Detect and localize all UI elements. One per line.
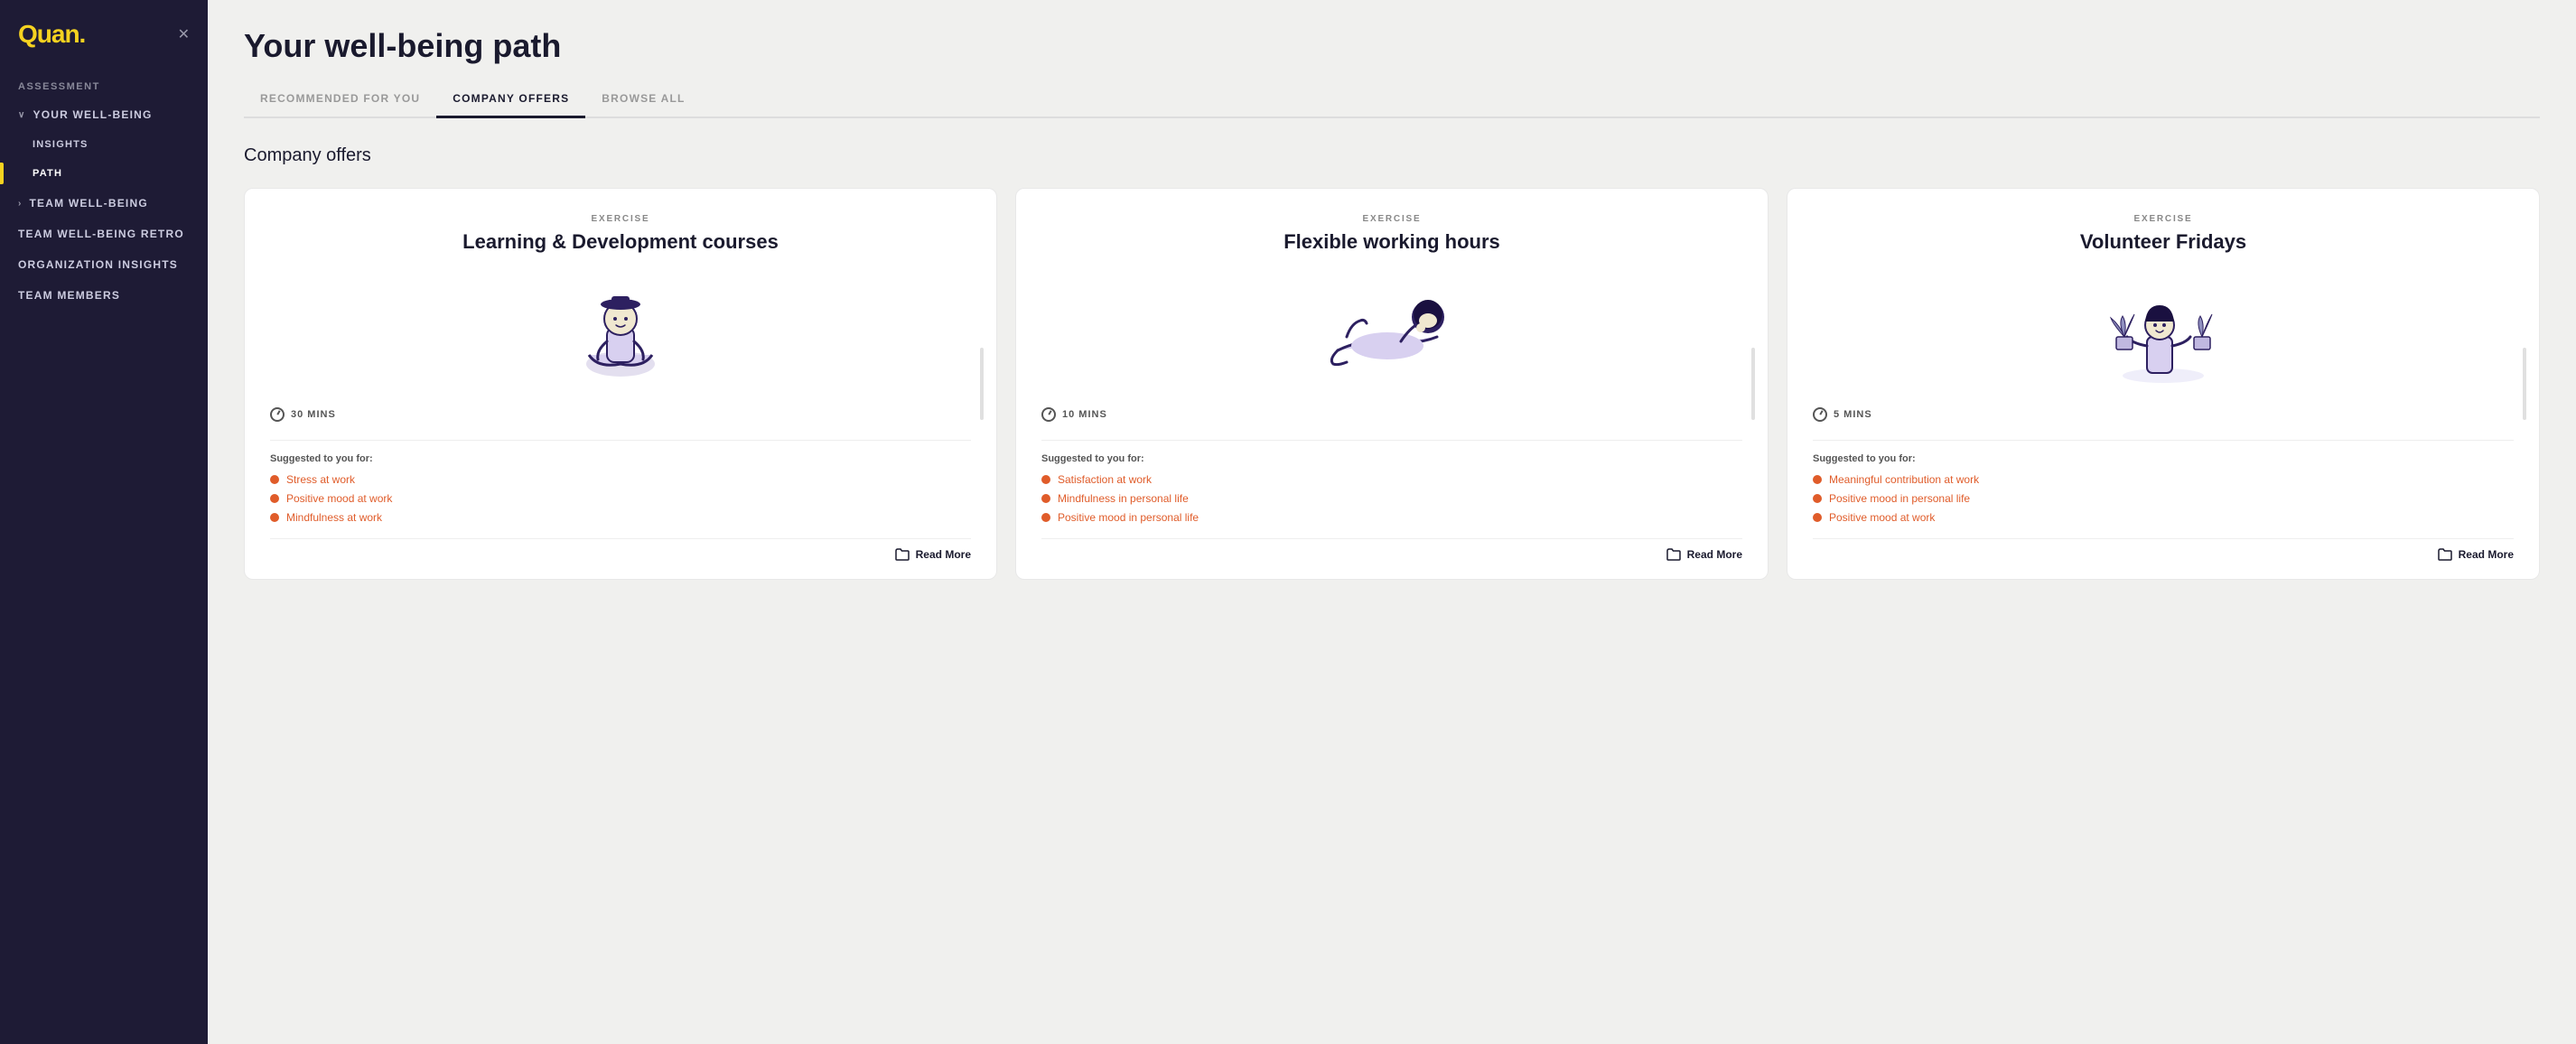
card-1-type: EXERCISE — [270, 214, 971, 224]
sidebar-item-team-well-being[interactable]: › TEAM WELL-BEING — [0, 188, 208, 219]
clock-icon-1 — [270, 407, 285, 422]
close-button[interactable]: ✕ — [178, 25, 190, 43]
card-3-footer: Read More — [1813, 538, 2514, 561]
card-2-duration: 10 MINS — [1041, 407, 1742, 422]
tag-item: Mindfulness at work — [270, 511, 971, 524]
card-flexible-hours: EXERCISE Flexible working hours — [1015, 188, 1769, 580]
card-3-tags: Meaningful contribution at work Positive… — [1813, 473, 2514, 524]
main-content: Your well-being path RECOMMENDED FOR YOU… — [208, 0, 2576, 1044]
chevron-down-icon: ∨ — [18, 110, 26, 120]
assessment-label: ASSESSMENT — [0, 65, 208, 99]
tab-browse-all[interactable]: BROWSE ALL — [585, 83, 701, 118]
tag-item: Satisfaction at work — [1041, 473, 1742, 486]
card-learning-development: EXERCISE Learning & Development courses — [244, 188, 997, 580]
card-1-footer: Read More — [270, 538, 971, 561]
scroll-indicator-2 — [1751, 348, 1755, 420]
read-more-button-2[interactable]: Read More — [1666, 548, 1742, 561]
tag-item: Positive mood in personal life — [1813, 492, 2514, 505]
card-3-type: EXERCISE — [1813, 214, 2514, 224]
tag-label: Positive mood at work — [286, 492, 392, 505]
tag-dot — [1813, 494, 1822, 503]
sidebar-item-team-well-being-retro[interactable]: TEAM WELL-BEING RETRO — [0, 219, 208, 249]
folder-icon-1 — [895, 548, 910, 561]
sidebar: Quan. ✕ ASSESSMENT ∨ YOUR WELL-BEING INS… — [0, 0, 208, 1044]
card-3-suggested-label: Suggested to you for: — [1813, 453, 2514, 464]
card-3-duration: 5 MINS — [1813, 407, 2514, 422]
read-more-button-3[interactable]: Read More — [2438, 548, 2514, 561]
card-2-tags: Satisfaction at work Mindfulness in pers… — [1041, 473, 1742, 524]
card-1-duration: 30 MINS — [270, 407, 971, 422]
sidebar-item-insights[interactable]: INSIGHTS — [0, 130, 208, 159]
tab-company-offers[interactable]: COMPANY OFFERS — [436, 83, 585, 118]
tag-label: Positive mood in personal life — [1058, 511, 1199, 524]
card-volunteer-fridays: EXERCISE Volunteer Fridays — [1787, 188, 2540, 580]
tag-label: Positive mood at work — [1829, 511, 1935, 524]
chevron-right-icon: › — [18, 199, 23, 209]
folder-icon-2 — [1666, 548, 1681, 561]
main-header: Your well-being path RECOMMENDED FOR YOU… — [208, 0, 2576, 118]
logo: Quan. — [18, 20, 85, 49]
tag-item: Positive mood at work — [1813, 511, 2514, 524]
section-title: Company offers — [244, 145, 2540, 166]
page-title: Your well-being path — [244, 27, 2540, 65]
tag-dot — [1041, 475, 1050, 484]
tag-label: Satisfaction at work — [1058, 473, 1152, 486]
tag-dot — [270, 494, 279, 503]
read-more-button-1[interactable]: Read More — [895, 548, 971, 561]
sidebar-item-path[interactable]: PATH — [0, 159, 208, 188]
scroll-indicator-1 — [980, 348, 984, 420]
tag-dot — [1041, 513, 1050, 522]
tag-dot — [270, 475, 279, 484]
folder-icon-3 — [2438, 548, 2452, 561]
scroll-indicator-3 — [2523, 348, 2526, 420]
tag-label: Stress at work — [286, 473, 355, 486]
tag-dot — [1813, 475, 1822, 484]
card-2-type: EXERCISE — [1041, 214, 1742, 224]
sidebar-item-organization-insights[interactable]: ORGANIZATION INSIGHTS — [0, 249, 208, 280]
card-1-svg — [562, 278, 679, 387]
tag-item: Positive mood at work — [270, 492, 971, 505]
card-1-tags: Stress at work Positive mood at work Min… — [270, 473, 971, 524]
card-2-suggested-label: Suggested to you for: — [1041, 453, 1742, 464]
tabs: RECOMMENDED FOR YOU COMPANY OFFERS BROWS… — [244, 83, 2540, 118]
card-2-svg — [1320, 283, 1464, 382]
tag-dot — [1813, 513, 1822, 522]
card-3-svg — [2100, 278, 2226, 387]
tag-item: Mindfulness in personal life — [1041, 492, 1742, 505]
tag-item: Positive mood in personal life — [1041, 511, 1742, 524]
card-1-title: Learning & Development courses — [270, 229, 971, 256]
sidebar-item-your-well-being[interactable]: ∨ YOUR WELL-BEING — [0, 99, 208, 130]
tab-recommended[interactable]: RECOMMENDED FOR YOU — [244, 83, 436, 118]
sidebar-header: Quan. ✕ — [0, 0, 208, 65]
card-3-title: Volunteer Fridays — [1813, 229, 2514, 256]
card-1-illustration — [270, 274, 971, 391]
tag-item: Stress at work — [270, 473, 971, 486]
clock-icon-3 — [1813, 407, 1827, 422]
card-1-suggested-label: Suggested to you for: — [270, 453, 971, 464]
tag-item: Meaningful contribution at work — [1813, 473, 2514, 486]
tag-label: Mindfulness in personal life — [1058, 492, 1189, 505]
content-area: Company offers EXERCISE Learning & Devel… — [208, 118, 2576, 616]
sidebar-item-team-members[interactable]: TEAM MEMBERS — [0, 280, 208, 311]
tag-label: Mindfulness at work — [286, 511, 382, 524]
card-2-title: Flexible working hours — [1041, 229, 1742, 256]
tag-dot — [270, 513, 279, 522]
cards-row: EXERCISE Learning & Development courses — [244, 188, 2540, 580]
tag-label: Positive mood in personal life — [1829, 492, 1970, 505]
clock-icon-2 — [1041, 407, 1056, 422]
card-2-footer: Read More — [1041, 538, 1742, 561]
tag-label: Meaningful contribution at work — [1829, 473, 1979, 486]
tag-dot — [1041, 494, 1050, 503]
card-2-illustration — [1041, 274, 1742, 391]
card-3-illustration — [1813, 274, 2514, 391]
